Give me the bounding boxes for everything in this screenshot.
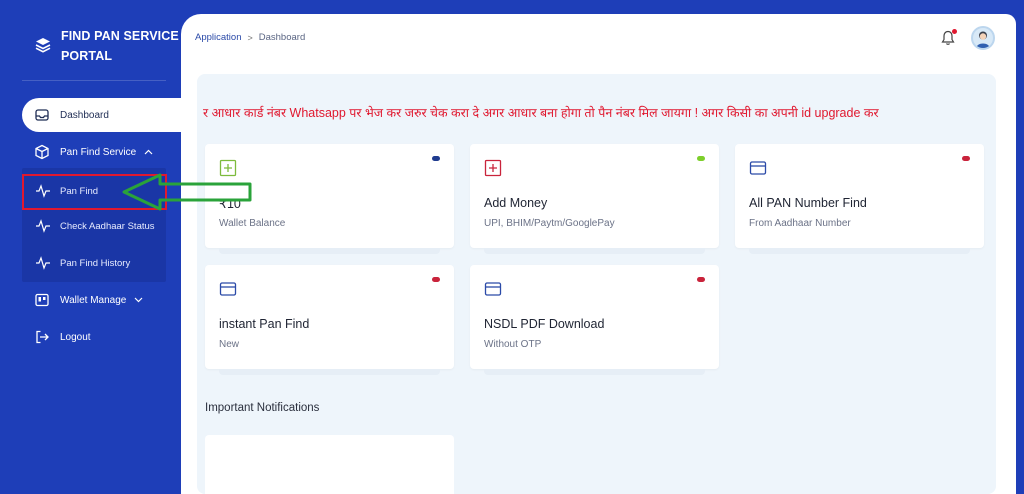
sidebar-item-dashboard[interactable]: Dashboard: [22, 98, 181, 132]
card-shadow: [484, 248, 705, 254]
sidebar-item-label: Dashboard: [60, 109, 109, 121]
layers-logo-icon: [35, 38, 51, 53]
activity-icon: [35, 219, 51, 233]
breadcrumb-separator: >: [247, 32, 253, 43]
sidebar: FIND PAN SERVICE PORTAL Dashboard Pan Fi…: [0, 0, 181, 494]
status-pill: [432, 277, 440, 282]
notification-dot: [952, 29, 957, 34]
card-value: instant Pan Find: [219, 317, 310, 331]
card-shadow: [484, 369, 705, 375]
brand: FIND PAN SERVICE PORTAL: [34, 26, 181, 66]
wallet-icon: [34, 292, 50, 308]
card-icon: [749, 161, 767, 175]
card-value: All PAN Number Find: [749, 196, 867, 210]
inbox-icon: [34, 107, 50, 123]
card-label: Wallet Balance: [219, 218, 286, 229]
notifications-card: [205, 435, 454, 494]
avatar[interactable]: [971, 26, 995, 50]
notification-bell-icon[interactable]: [941, 29, 957, 46]
green-arrow-annotation: [122, 173, 252, 211]
sidebar-item-label: Pan Find Service: [60, 146, 137, 158]
sidebar-item-label: Logout: [60, 331, 91, 343]
important-notifications-title: Important Notifications: [205, 402, 320, 414]
chevron-up-icon: [144, 147, 153, 157]
brand-divider: [22, 80, 166, 81]
sidebar-item-pan-find-service[interactable]: Pan Find Service: [22, 135, 181, 169]
card-add-money[interactable]: Add Money UPI, BHIM/Paytm/GooglePay: [470, 144, 719, 254]
card-shadow: [219, 369, 440, 375]
plus-square-icon: [484, 159, 502, 177]
card-value: Add Money: [484, 196, 548, 210]
activity-icon: [35, 256, 51, 270]
card-shadow: [219, 248, 440, 254]
breadcrumb-application-link[interactable]: Application: [195, 32, 241, 43]
card-shadow: [749, 248, 970, 254]
sidebar-subitem-check-aadhaar[interactable]: Check Aadhaar Status: [22, 212, 166, 240]
card-all-pan-number-find[interactable]: All PAN Number Find From Aadhaar Number: [735, 144, 984, 254]
sidebar-item-label: Wallet Manage: [60, 294, 127, 306]
card-label: New: [219, 339, 240, 350]
brand-title: FIND PAN SERVICE PORTAL: [61, 29, 179, 63]
card-label: UPI, BHIM/Paytm/GooglePay: [484, 218, 615, 229]
status-pill: [432, 156, 440, 161]
card-nsdl-pdf-download[interactable]: NSDL PDF Download Without OTP: [470, 265, 719, 375]
breadcrumb: Application > Dashboard: [195, 32, 305, 43]
sidebar-subitem-label: Check Aadhaar Status: [60, 220, 155, 232]
card-instant-pan-find[interactable]: instant Pan Find New: [205, 265, 454, 375]
status-pill: [962, 156, 970, 161]
sidebar-item-wallet-manage[interactable]: Wallet Manage: [22, 283, 181, 317]
chevron-down-icon: [134, 295, 143, 305]
card-value: NSDL PDF Download: [484, 317, 605, 331]
card-label: Without OTP: [484, 339, 542, 350]
sidebar-subitem-label: Pan Find History: [60, 257, 131, 269]
sidebar-item-logout[interactable]: Logout: [22, 320, 181, 354]
main-panel: Application > Dashboard र आधार कार्ड नंब…: [181, 14, 1016, 494]
logout-icon: [34, 329, 50, 345]
status-pill: [697, 277, 705, 282]
card-icon: [484, 282, 502, 296]
box-icon: [34, 144, 50, 160]
dashboard-content: र आधार कार्ड नंबर Whatsapp पर भेज कर जरु…: [197, 74, 996, 494]
card-icon: [219, 282, 237, 296]
sidebar-subitem-history[interactable]: Pan Find History: [22, 249, 166, 277]
announcement-marquee: र आधार कार्ड नंबर Whatsapp पर भेज कर जरु…: [203, 106, 879, 120]
breadcrumb-current: Dashboard: [258, 32, 306, 43]
topbar: Application > Dashboard: [181, 14, 1016, 62]
card-label: From Aadhaar Number: [749, 218, 851, 229]
status-pill: [697, 156, 705, 161]
